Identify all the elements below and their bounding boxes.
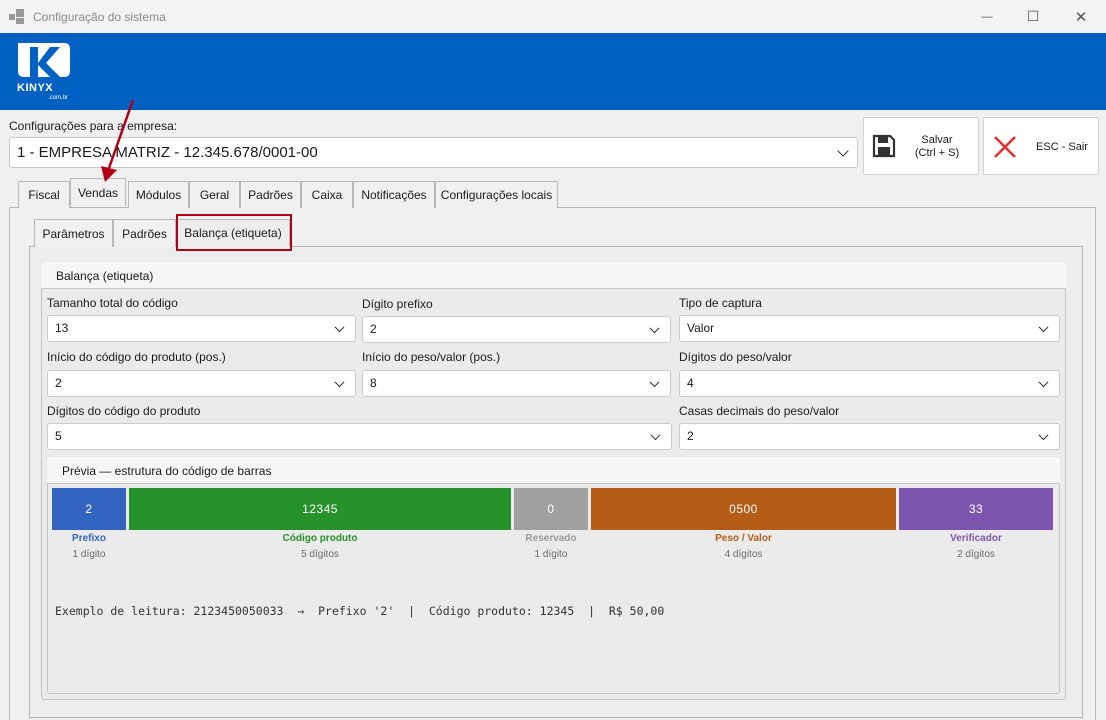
digitos-produto-label: Dígitos do código do produto xyxy=(47,404,201,418)
tamanho-label: Tamanho total do código xyxy=(47,296,178,310)
chevron-down-icon xyxy=(1038,321,1049,332)
empresa-value: 1 - EMPRESA MATRIZ - 12.345.678/0001-00 xyxy=(17,144,318,161)
barcode-segment-label: Prefixo xyxy=(72,533,106,544)
close-x-icon xyxy=(994,136,1016,158)
minimize-button[interactable]: — xyxy=(964,0,1010,33)
save-label: Salvar (Ctrl + S) xyxy=(914,134,960,159)
maximize-button[interactable]: ☐ xyxy=(1010,0,1056,33)
minimize-icon: — xyxy=(981,10,993,23)
tab-caixa[interactable]: Caixa xyxy=(301,181,353,208)
barcode-segment: 2 xyxy=(52,488,126,530)
save-icon xyxy=(872,134,896,158)
chevron-down-icon xyxy=(334,321,345,332)
close-button[interactable]: ✕ xyxy=(1058,0,1104,33)
maximize-icon: ☐ xyxy=(1026,8,1040,24)
barcode-segment-digits: 1 dígito xyxy=(534,549,568,560)
exit-button[interactable]: ESC - Sair xyxy=(983,117,1099,175)
captura-select[interactable]: Valor xyxy=(679,315,1060,342)
exit-label: ESC - Sair xyxy=(1036,141,1088,153)
barcode-segment-label: Verificador xyxy=(950,533,1002,544)
tab-padroes[interactable]: Padrões xyxy=(240,181,301,208)
casas-decimais-select[interactable]: 2 xyxy=(679,423,1060,450)
balanca-group-header: Balança (etiqueta) xyxy=(41,262,1066,289)
tab-notificacoes[interactable]: Notificações xyxy=(353,181,435,208)
chevron-down-icon xyxy=(649,376,660,387)
subtab-parametros[interactable]: Parâmetros xyxy=(34,219,113,247)
tab-fiscal[interactable]: Fiscal xyxy=(18,181,70,208)
highlight-box xyxy=(176,214,292,251)
inicio-produto-select[interactable]: 2 xyxy=(47,370,356,397)
annotation-arrow-icon xyxy=(101,99,135,182)
barcode-segment-digits: 2 dígitos xyxy=(957,549,995,560)
close-icon: ✕ xyxy=(1074,8,1088,26)
prefixo-select[interactable]: 2 xyxy=(362,316,671,343)
chevron-down-icon xyxy=(1038,376,1049,387)
example-reading: Exemplo de leitura: 2123450050033 → Pref… xyxy=(55,604,665,618)
captura-label: Tipo de captura xyxy=(679,296,762,310)
barcode-segment: 0500 xyxy=(591,488,896,530)
preview-header: Prévia — estrutura do código de barras xyxy=(47,457,1060,484)
logo-text: KINYX xyxy=(17,82,54,94)
chevron-down-icon xyxy=(649,322,660,333)
barcode-segment: 12345 xyxy=(129,488,511,530)
barcode-segment-label: Peso / Valor xyxy=(715,533,772,544)
chevron-down-icon xyxy=(837,144,849,157)
chevron-down-icon xyxy=(650,429,661,440)
header-banner: KINYX .com.br xyxy=(0,33,1106,110)
barcode-segment-digits: 4 dígitos xyxy=(724,549,763,560)
logo-subtext: .com.br xyxy=(48,95,69,101)
barcode-segment: 33 xyxy=(899,488,1053,530)
casas-decimais-label: Casas decimais do peso/valor xyxy=(679,404,840,418)
chevron-down-icon xyxy=(334,376,345,387)
preview-title: Prévia — estrutura do código de barras xyxy=(62,464,272,478)
chevron-down-icon xyxy=(1038,429,1049,440)
tab-geral[interactable]: Geral xyxy=(189,181,240,208)
title-bar: Configuração do sistema — ☐ ✕ xyxy=(0,0,1106,33)
inicio-peso-label: Início do peso/valor (pos.) xyxy=(362,350,501,364)
inicio-peso-select[interactable]: 8 xyxy=(362,370,671,397)
barcode-segment-digits: 1 dígito xyxy=(72,549,106,560)
save-button[interactable]: Salvar (Ctrl + S) xyxy=(863,117,979,175)
digitos-peso-select[interactable]: 4 xyxy=(679,370,1060,397)
digitos-produto-select[interactable]: 5 xyxy=(47,423,672,450)
barcode-segment-label: Reservado xyxy=(525,533,577,544)
digitos-peso-label: Dígitos do peso/valor xyxy=(679,350,792,364)
barcode-segment-label: Código produto xyxy=(282,533,358,544)
subtab-padroes[interactable]: Padrões xyxy=(113,219,176,247)
group-title: Balança (etiqueta) xyxy=(56,269,154,283)
empresa-label: Configurações para a empresa: xyxy=(9,119,178,133)
inicio-produto-label: Início do código do produto (pos.) xyxy=(47,350,226,364)
window-title: Configuração do sistema xyxy=(33,10,166,24)
prefixo-label: Dígito prefixo xyxy=(362,297,433,311)
tamanho-select[interactable]: 13 xyxy=(47,315,356,342)
tab-configuracoes-locais[interactable]: Configurações locais xyxy=(435,181,558,208)
app-icon xyxy=(9,9,25,25)
barcode-segment-digits: 5 dígitos xyxy=(301,549,339,560)
barcode-segment: 0 xyxy=(514,488,588,530)
